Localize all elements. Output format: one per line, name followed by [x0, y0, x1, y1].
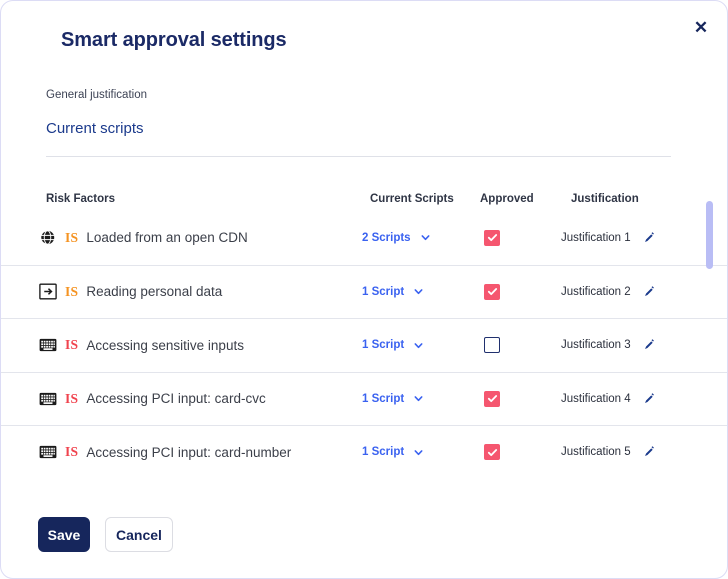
general-justification-value[interactable]: Current scripts [46, 120, 144, 137]
table-header-row: Risk Factors Current Scripts Approved Ju… [1, 175, 727, 211]
risk-factor-label: Accessing PCI input: card-number [86, 444, 292, 460]
justification-label: Justification 1 [561, 231, 631, 244]
risk-factor-cell: IS Reading personal data [38, 266, 222, 319]
is-badge: IS [65, 283, 79, 299]
justification-cell: Justification 5 [561, 426, 655, 479]
cancel-button[interactable]: Cancel [105, 517, 173, 552]
risk-factor-label: Accessing PCI input: card-cvc [86, 391, 266, 407]
current-scripts-label: 1 Script [362, 285, 405, 298]
justification-label: Justification 4 [561, 392, 631, 405]
is-badge: IS [65, 390, 79, 406]
approved-checkbox[interactable] [484, 390, 500, 407]
justification-label: Justification 5 [561, 446, 631, 459]
current-scripts-label: 1 Script [362, 446, 405, 459]
current-scripts-label: 1 Script [362, 339, 405, 352]
close-icon[interactable]: ✕ [689, 15, 713, 39]
login-icon [38, 282, 57, 301]
current-scripts-dropdown[interactable]: 2 Scripts [362, 211, 431, 265]
table-body: IS Loaded from an open CDN 2 Scripts Justif… [1, 211, 727, 479]
justification-cell: Justification 3 [561, 319, 655, 372]
risk-factor-cell: IS Accessing PCI input: card-number [38, 426, 291, 479]
keyboard-icon [38, 389, 57, 408]
current-scripts-dropdown[interactable]: 1 Script [362, 319, 424, 372]
chevron-down-icon [413, 393, 424, 404]
risk-factor-cell: IS Loaded from an open CDN [38, 211, 248, 265]
column-header-current-scripts: Current Scripts [370, 193, 454, 205]
approved-cell [484, 211, 500, 265]
column-header-approved: Approved [480, 193, 534, 205]
pencil-icon[interactable] [643, 286, 655, 298]
approved-cell [484, 319, 500, 372]
current-scripts-dropdown[interactable]: 1 Script [362, 373, 424, 426]
risk-factor-label: Loaded from an open CDN [86, 230, 248, 246]
pencil-icon[interactable] [643, 339, 655, 351]
is-badge: IS [65, 229, 79, 245]
justification-cell: Justification 1 [561, 211, 655, 265]
table-row: IS Loaded from an open CDN 2 Scripts Justif… [1, 211, 727, 265]
chevron-down-icon [420, 232, 431, 243]
dialog-footer: Save Cancel [1, 504, 727, 578]
risk-factors-table: Risk Factors Current Scripts Approved Ju… [1, 175, 727, 479]
chevron-down-icon [413, 340, 424, 351]
justification-cell: Justification 2 [561, 266, 655, 319]
vertical-scrollbar-thumb[interactable] [706, 201, 713, 269]
risk-factor-cell: IS Accessing PCI input: card-cvc [38, 373, 266, 426]
current-scripts-dropdown[interactable]: 1 Script [362, 426, 424, 479]
table-row: IS Reading personal data 1 Script Justifica… [1, 264, 727, 319]
table-row: IS Accessing PCI input: card-number 1 Scri… [1, 425, 727, 479]
save-button[interactable]: Save [38, 517, 90, 552]
risk-factor-label: Reading personal data [86, 284, 223, 300]
keyboard-icon [38, 336, 57, 355]
smart-approval-settings-dialog: ✕ Smart approval settings General justif… [0, 0, 728, 579]
current-scripts-dropdown[interactable]: 1 Script [362, 266, 424, 319]
risk-factor-label: Accessing sensitive inputs [86, 337, 244, 353]
globe-icon [38, 228, 57, 247]
is-badge: IS [65, 337, 79, 353]
approved-checkbox[interactable] [484, 444, 500, 461]
approved-checkbox[interactable] [484, 337, 500, 354]
risk-factor-cell: IS Accessing sensitive inputs [38, 319, 244, 372]
general-justification-label: General justification [46, 89, 147, 101]
table-row: IS Accessing PCI input: card-cvc 1 Script J… [1, 371, 727, 426]
approved-cell [484, 426, 500, 479]
page-title: Smart approval settings [61, 29, 287, 51]
current-scripts-label: 2 Scripts [362, 231, 411, 244]
chevron-down-icon [413, 286, 424, 297]
approved-checkbox[interactable] [484, 283, 500, 300]
column-header-justification: Justification [571, 193, 639, 205]
keyboard-icon [38, 443, 57, 462]
pencil-icon[interactable] [643, 393, 655, 405]
pencil-icon[interactable] [643, 446, 655, 458]
approved-cell [484, 373, 500, 426]
justification-cell: Justification 4 [561, 373, 655, 426]
table-row: IS Accessing sensitive inputs 1 Script Just… [1, 318, 727, 372]
section-divider [46, 156, 671, 157]
justification-label: Justification 3 [561, 339, 631, 352]
chevron-down-icon [413, 447, 424, 458]
justification-label: Justification 2 [561, 285, 631, 298]
approved-cell [484, 266, 500, 319]
pencil-icon[interactable] [643, 232, 655, 244]
approved-checkbox[interactable] [484, 229, 500, 246]
column-header-risk-factors: Risk Factors [46, 193, 116, 205]
is-badge: IS [65, 444, 79, 460]
current-scripts-label: 1 Script [362, 392, 405, 405]
